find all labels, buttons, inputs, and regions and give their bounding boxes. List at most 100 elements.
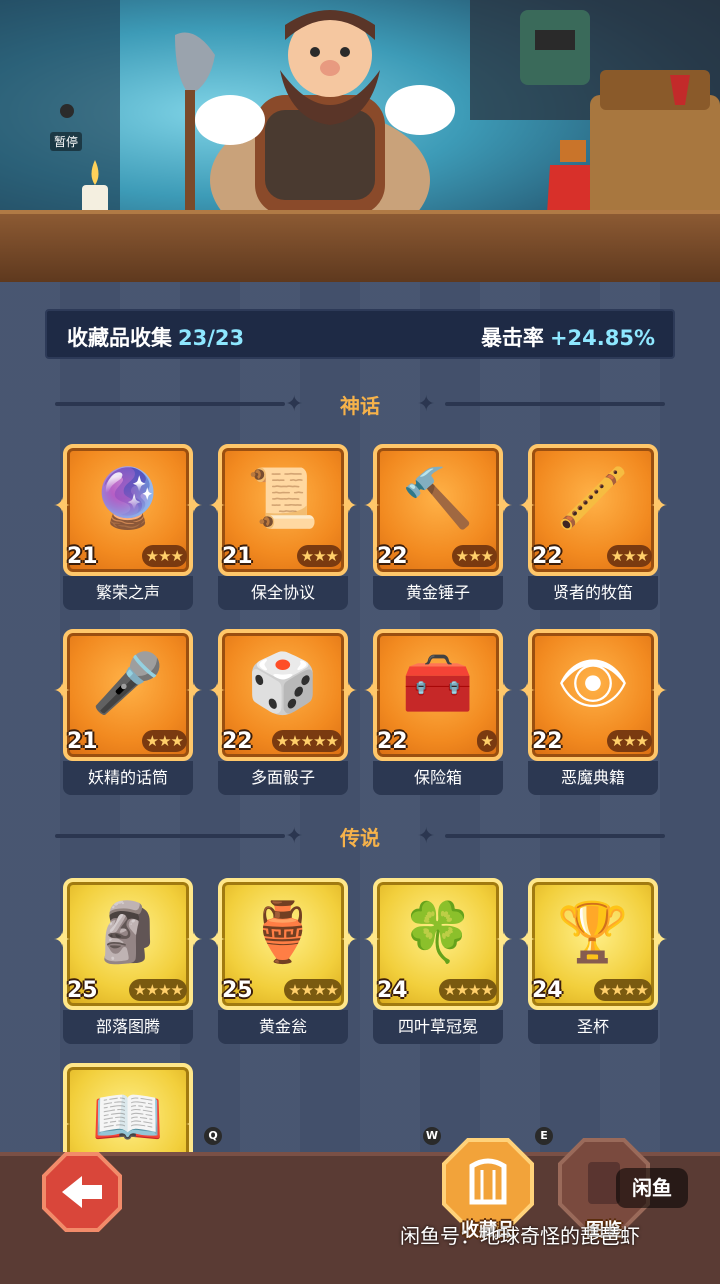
- item-level: 25: [222, 978, 253, 1003]
- watermark-text: 闲鱼号：地球奇怪的琵琶虾: [400, 1224, 640, 1248]
- sparkle-icon: ✦: [53, 494, 72, 519]
- item-name: 黄金锤子: [373, 576, 503, 610]
- sparkle-icon: ✦: [339, 679, 358, 704]
- star-rating: ★ ★ ★ ★: [129, 979, 187, 1001]
- sparkle-icon: ✦: [53, 928, 72, 953]
- star-icon: ★: [145, 547, 159, 565]
- item-level: 22: [377, 544, 408, 569]
- star-rating: ★ ★ ★ ★: [439, 979, 497, 1001]
- sparkle-icon: ✦: [363, 494, 382, 519]
- star-rating: ★ ★ ★: [141, 730, 187, 752]
- star-icon: ★: [623, 547, 636, 565]
- collectible-card[interactable]: ✦ ✦ 🗿 25 ★ ★ ★ ★ 部落图腾: [53, 878, 203, 1048]
- star-icon: ★: [313, 547, 326, 565]
- star-icon: ★: [145, 732, 159, 750]
- star-rating: ★ ★ ★: [451, 545, 497, 567]
- star-icon: ★: [480, 981, 494, 999]
- watermark-badge: 闲鱼: [616, 1168, 688, 1208]
- sparkle-icon: ✦: [339, 494, 358, 519]
- item-level: 24: [532, 978, 563, 1003]
- collectible-card[interactable]: ✦ ✦ 👁 22 ★ ★ ★ 恶魔典籍: [518, 629, 668, 799]
- sparkle-icon: ✦: [208, 679, 227, 704]
- collectible-card[interactable]: ✦ ✦ 🪈 22 ★ ★ ★ 贤者的牧笛: [518, 444, 668, 614]
- star-icon: ★: [300, 547, 314, 565]
- star-icon: ★: [610, 547, 624, 565]
- pause-button[interactable]: [60, 104, 74, 118]
- collectible-card[interactable]: ✦ ✦ 🎤 21 ★ ★ ★ 妖精的话筒: [53, 629, 203, 799]
- sparkle-icon: ✦: [417, 392, 436, 417]
- item-level: 22: [532, 544, 563, 569]
- collection-stat-bar: 收藏品收集 23/23 暴击率 +24.85%: [45, 309, 675, 359]
- star-icon: ★: [480, 732, 494, 750]
- sparkle-icon: ✦: [649, 494, 668, 519]
- totem-mask-icon: [520, 10, 590, 85]
- collection-value: 23/23: [178, 326, 245, 350]
- collectible-card[interactable]: ✦ ✦ 📜 21 ★ ★ ★ 保全协议: [208, 444, 358, 614]
- item-name: 四叶草冠冕: [373, 1010, 503, 1044]
- item-level: 21: [222, 544, 253, 569]
- item-level: 21: [67, 544, 98, 569]
- star-icon: ★: [480, 547, 494, 565]
- open-book-icon: 📖: [91, 1082, 165, 1151]
- collectible-card[interactable]: ✦ ✦ 🔮 21 ★ ★ ★ 繁荣之声: [53, 444, 203, 614]
- fairy-microphone-icon: 🎤: [91, 648, 165, 717]
- contract-scroll-icon: 📜: [246, 463, 320, 532]
- star-icon: ★: [623, 981, 636, 999]
- collectible-card[interactable]: ✦ ✦ 🍀 24 ★ ★ ★ ★ 四叶草冠冕: [363, 878, 513, 1048]
- star-icon: ★: [598, 981, 611, 999]
- sparkle-icon: ✦: [494, 494, 513, 519]
- star-icon: ★: [313, 981, 326, 999]
- star-rating: ★ ★ ★: [606, 730, 652, 752]
- star-icon: ★: [325, 732, 339, 750]
- item-level: 21: [67, 729, 98, 754]
- treasure-chest-icon: 🧰: [401, 648, 475, 717]
- section-divider-mythic: ✦ 神话 ✦: [45, 388, 675, 420]
- star-icon: ★: [468, 547, 481, 565]
- golden-hammer-icon: 🔨: [401, 463, 475, 532]
- star-icon: ★: [635, 547, 649, 565]
- pause-label[interactable]: 暂停: [50, 132, 83, 151]
- star-icon: ★: [300, 981, 314, 999]
- item-name: 保险箱: [373, 761, 503, 795]
- tribal-totem-icon: 🗿: [91, 897, 165, 966]
- item-level: 22: [377, 729, 408, 754]
- crit-rate: 暴击率 +24.85%: [481, 322, 655, 352]
- sparkle-icon: ✦: [494, 928, 513, 953]
- sparkle-icon: ✦: [363, 679, 382, 704]
- collectible-card[interactable]: ✦ ✦ 🏆 24 ★ ★ ★ ★ 圣杯: [518, 878, 668, 1048]
- section-divider-legend: ✦ 传说 ✦: [45, 820, 675, 852]
- collectible-card[interactable]: ✦ ✦ 🧰 22 ★ 保险箱: [363, 629, 513, 799]
- sparkle-icon: ✦: [184, 928, 203, 953]
- collectible-card[interactable]: ✦ ✦ 📖: [63, 1063, 193, 1152]
- star-icon: ★: [158, 732, 171, 750]
- star-icon: ★: [325, 547, 339, 565]
- star-icon: ★: [275, 732, 289, 750]
- polyhedral-dice-icon: 🎲: [246, 648, 320, 717]
- back-button[interactable]: [42, 1152, 122, 1232]
- collectible-card[interactable]: ✦ ✦ 🔨 22 ★ ★ ★ 黄金锤子: [363, 444, 513, 614]
- star-rating: ★ ★ ★ ★ ★: [271, 730, 342, 752]
- collectible-card[interactable]: ✦ ✦ 🎲 22 ★ ★ ★ ★ ★ 多面骰子: [208, 629, 358, 799]
- star-icon: ★: [300, 732, 314, 750]
- star-icon: ★: [313, 732, 326, 750]
- star-icon: ★: [133, 981, 146, 999]
- star-icon: ★: [455, 547, 469, 565]
- shop-banner: [0, 0, 720, 282]
- collectible-card[interactable]: ✦ ✦ 🏺 25 ★ ★ ★ ★ 黄金瓮: [208, 878, 358, 1048]
- sage-flute-icon: 🪈: [556, 463, 630, 532]
- star-rating: ★ ★ ★ ★: [594, 979, 652, 1001]
- hotkey-w: W: [423, 1127, 441, 1145]
- star-rating: ★ ★ ★: [141, 545, 187, 567]
- star-icon: ★: [170, 981, 184, 999]
- star-icon: ★: [623, 732, 636, 750]
- sparkle-icon: ✦: [518, 679, 537, 704]
- sparkle-icon: ✦: [518, 928, 537, 953]
- sparkle-icon: ✦: [208, 494, 227, 519]
- demon-tome-icon: 👁: [556, 648, 630, 717]
- item-level: 22: [532, 729, 563, 754]
- item-name: 保全协议: [218, 576, 348, 610]
- star-icon: ★: [288, 732, 301, 750]
- star-rating: ★ ★ ★ ★: [284, 979, 342, 1001]
- star-icon: ★: [170, 547, 184, 565]
- star-icon: ★: [170, 732, 184, 750]
